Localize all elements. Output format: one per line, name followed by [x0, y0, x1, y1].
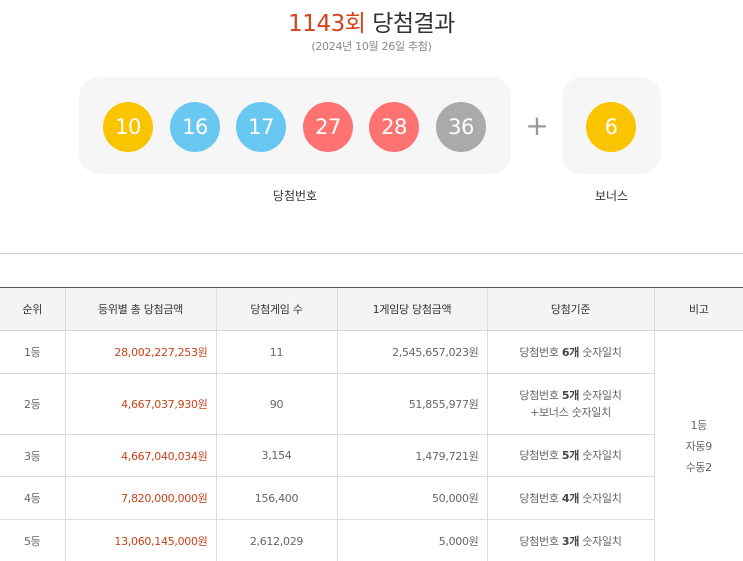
winning-numbers-caption: 당첨번호: [272, 189, 318, 203]
result-title: 당첨결과: [372, 11, 455, 37]
draw-date: (2024년 10월 26일 추첨): [311, 40, 432, 53]
note-line: 자동9: [685, 440, 713, 453]
prize-per-game-cell: 2,545,657,023원: [336, 330, 487, 374]
table-row: 1등 28,002,227,253원 11 2,545,657,023원 당첨번…: [0, 330, 743, 561]
criteria-cell: 당첨번호 5개 숫자일치 +보너스 숫자일치: [486, 373, 654, 435]
table-row: 3등 4,667,040,034원 3,154 1,479,721원 당첨번호 …: [0, 434, 743, 477]
winner-count-cell: 11: [215, 330, 337, 374]
criteria-cell: 당첨번호 3개 숫자일치: [486, 519, 654, 561]
winner-count-cell: 90: [215, 373, 337, 435]
prize-per-game-cell: 51,855,977원: [336, 373, 487, 435]
round-number: 1143회: [288, 11, 366, 37]
prize-per-game-cell: 5,000원: [336, 519, 487, 561]
header-rank: 순위: [0, 287, 65, 331]
header-prize-per-game: 1게임당 당첨금액: [336, 287, 487, 331]
bonus-caption: 보너스: [594, 189, 629, 203]
table-header-row: 순위 등위별 총 당첨금액 당첨게임 수 1게임당 당첨금액 당첨기준 비고: [0, 287, 743, 331]
winning-ball-5: 28: [369, 102, 419, 152]
prize-per-game-cell: 50,000원: [336, 476, 487, 520]
total-prize-cell: 28,002,227,253원: [64, 330, 216, 374]
table-row: 4등 7,820,000,000원 156,400 50,000원 당첨번호 4…: [0, 476, 743, 520]
header-note: 비고: [653, 287, 743, 331]
header-criteria: 당첨기준: [486, 287, 654, 331]
note-line: 수동2: [685, 461, 713, 474]
total-prize-cell: 7,820,000,000원: [64, 476, 216, 520]
header-total-prize: 등위별 총 당첨금액: [64, 287, 216, 331]
prize-table: 순위 등위별 총 당첨금액 당첨게임 수 1게임당 당첨금액 당첨기준 비고 1…: [0, 287, 743, 561]
rank-cell: 5등: [0, 519, 65, 561]
header-winner-count: 당첨게임 수: [215, 287, 337, 331]
winner-count-cell: 3,154: [215, 434, 337, 477]
winner-count-cell: 156,400: [215, 476, 337, 520]
criteria-cell: 당첨번호 4개 숫자일치: [486, 476, 654, 520]
criteria-cell: 당첨번호 6개 숫자일치: [486, 330, 654, 374]
note-cell: 1등 자동9 수동2: [653, 330, 743, 561]
total-prize-cell: 4,667,037,930원: [64, 373, 216, 435]
rank-cell: 2등: [0, 373, 65, 435]
winning-ball-3: 17: [236, 102, 286, 152]
total-prize-cell: 13,060,145,000원: [64, 519, 216, 561]
criteria-cell: 당첨번호 5개 숫자일치: [486, 434, 654, 477]
prize-per-game-cell: 1,479,721원: [336, 434, 487, 477]
total-prize-cell: 4,667,040,034원: [64, 434, 216, 477]
rank-cell: 1등: [0, 330, 65, 374]
divider: [0, 253, 743, 254]
page-title: 1143회 당첨결과: [0, 4, 743, 38]
winning-ball-6: 36: [436, 102, 486, 152]
winning-ball-1: 10: [103, 102, 153, 152]
note-line: 1등: [690, 419, 708, 432]
winning-ball-4: 27: [303, 102, 353, 152]
table-row: 2등 4,667,037,930원 90 51,855,977원 당첨번호 5개…: [0, 373, 743, 435]
rank-cell: 4등: [0, 476, 65, 520]
table-row: 5등 13,060,145,000원 2,612,029 5,000원 당첨번호…: [0, 519, 743, 561]
plus-icon: +: [525, 109, 549, 142]
rank-cell: 3등: [0, 434, 65, 477]
winning-ball-2: 16: [170, 102, 220, 152]
winner-count-cell: 2,612,029: [215, 519, 337, 561]
bonus-ball: 6: [586, 102, 636, 152]
